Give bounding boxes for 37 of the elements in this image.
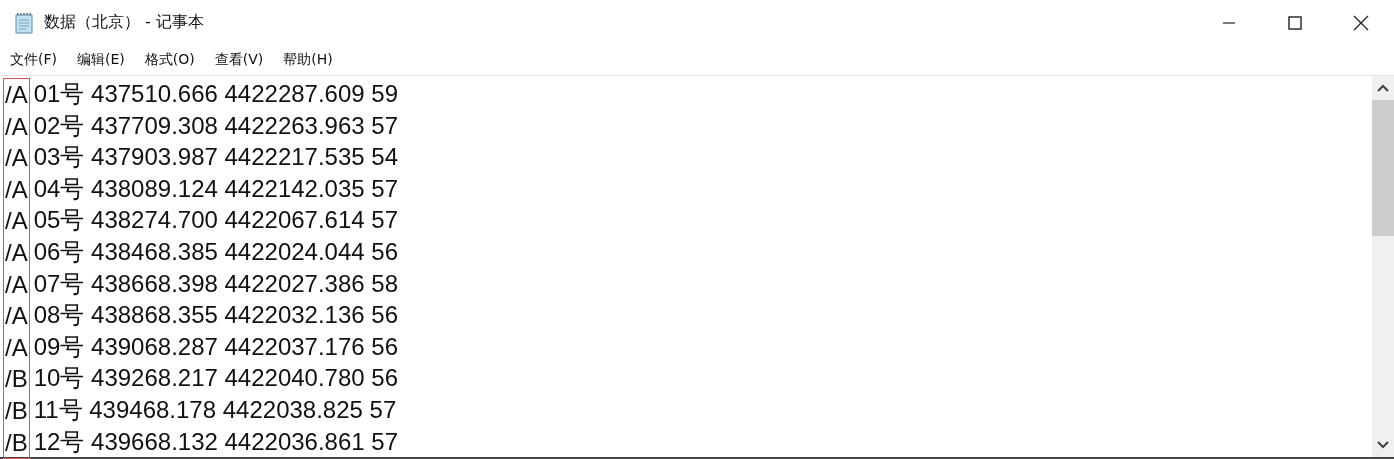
text-line: 04号 438089.124 4422142.035 57 — [33, 174, 399, 202]
text-line: 12号 439668.132 4422036.861 57 — [33, 427, 399, 455]
window-title: 数据（北京） - 记事本 — [44, 12, 204, 33]
menu-item[interactable]: 帮助(H) — [283, 51, 333, 69]
text-line: 01号 437510.666 4422287.609 59 — [33, 80, 399, 107]
maximize-icon[interactable] — [1288, 15, 1302, 30]
scroll-down-icon[interactable] — [1377, 441, 1389, 449]
text-line: 08号 438868.355 4422032.136 56 — [33, 301, 399, 329]
text-line: 07号 438668.398 4422027.386 58 — [33, 269, 399, 297]
text-line: 09号 439068.287 4422037.176 56 — [33, 332, 399, 360]
line-prefix: /B — [5, 396, 28, 424]
text-line: 06号 438468.385 4422024.044 56 — [33, 237, 399, 265]
scrollbar-thumb[interactable] — [1372, 100, 1394, 236]
line-prefix: /A — [5, 144, 28, 172]
line-prefix: /A — [5, 302, 28, 330]
close-icon[interactable] — [1353, 14, 1369, 31]
menu-item[interactable]: 文件(F) — [10, 51, 57, 69]
text-line: 10号 439268.217 4422040.780 56 — [33, 364, 399, 392]
line-prefix: /A — [5, 81, 28, 108]
line-prefix: /A — [5, 175, 28, 203]
text-line: 02号 437709.308 4422263.963 57 — [33, 111, 399, 139]
line-prefix: /A — [5, 270, 28, 298]
line-prefix: /A — [5, 333, 28, 361]
menu-item[interactable]: 格式(O) — [144, 51, 195, 69]
text-line: 05号 438274.700 4422067.614 57 — [33, 206, 399, 234]
menu-item[interactable]: 编辑(E) — [77, 51, 125, 69]
scrollbar[interactable] — [1372, 76, 1394, 457]
text-line: 11号 439468.178 4422038.825 57 — [33, 395, 397, 423]
notepad-icon — [14, 11, 34, 34]
line-prefix: /A — [5, 238, 28, 266]
line-prefix: /B — [5, 428, 28, 456]
menu-item[interactable]: 查看(V) — [214, 51, 264, 69]
scroll-up-icon[interactable] — [1377, 84, 1389, 92]
line-prefix: /A — [5, 112, 28, 140]
line-prefix: /B — [5, 365, 28, 393]
line-prefix: /A — [5, 207, 28, 235]
text-line: 03号 437903.987 4422217.535 54 — [33, 143, 399, 171]
